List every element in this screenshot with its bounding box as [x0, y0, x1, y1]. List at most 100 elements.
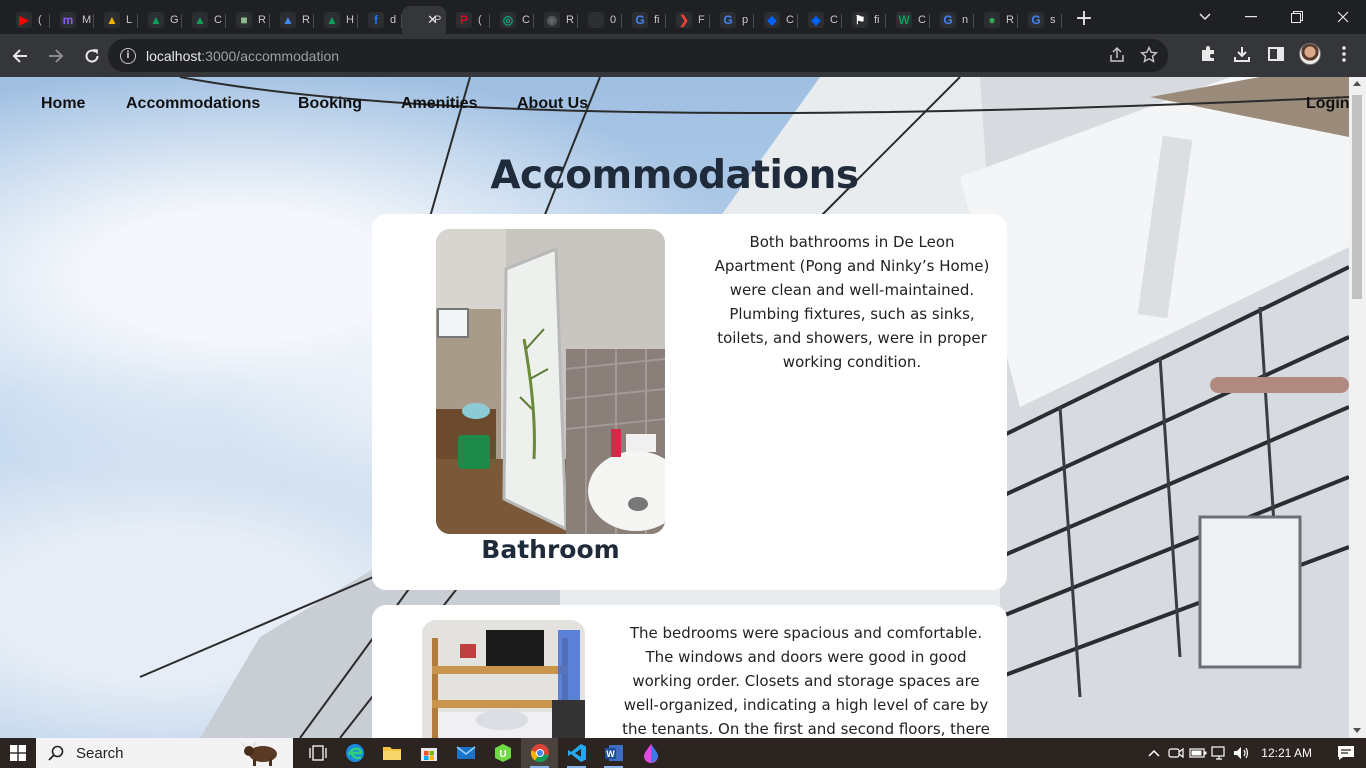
nav-home-link[interactable]: Home: [41, 95, 85, 113]
bathroom-photo: [436, 229, 665, 534]
reload-button[interactable]: [76, 40, 108, 72]
browser-tab[interactable]: ◎ C: [490, 6, 534, 34]
profile-avatar[interactable]: [1296, 40, 1324, 68]
taskbar-clock[interactable]: 12:21 AM: [1261, 746, 1312, 760]
browser-tab[interactable]: ▲ R: [270, 6, 314, 34]
toolbar-actions: [1194, 40, 1358, 68]
tab-title: (: [38, 14, 42, 26]
nav-booking-link[interactable]: Booking: [298, 95, 362, 113]
browser-tab[interactable]: ▲ G: [138, 6, 182, 34]
browser-tab[interactable]: ⚑ fi: [842, 6, 886, 34]
new-tab-button[interactable]: +: [1070, 4, 1098, 32]
scroll-up-arrow-icon[interactable]: [1353, 81, 1361, 86]
minimize-button[interactable]: [1228, 0, 1274, 34]
tab-title: C: [786, 14, 794, 26]
page-title: Accommodations: [490, 153, 859, 198]
restore-button[interactable]: [1274, 0, 1320, 34]
nav-about-link[interactable]: About Us: [517, 95, 588, 113]
word-icon[interactable]: W: [595, 738, 632, 768]
task-view-icon[interactable]: [299, 738, 336, 768]
url-host: localhost: [146, 47, 202, 64]
page-scrollbar[interactable]: [1349, 77, 1366, 738]
scrollbar-thumb[interactable]: [1352, 95, 1362, 299]
upwork-icon[interactable]: U: [484, 738, 521, 768]
reload-icon: [85, 48, 99, 63]
extensions-puzzle-icon[interactable]: [1194, 40, 1222, 68]
tab-favicon-icon: ●: [984, 12, 1000, 28]
nav-accommodations-link[interactable]: Accommodations: [126, 95, 260, 113]
notifications-icon[interactable]: [1326, 738, 1366, 768]
mail-icon[interactable]: [447, 738, 484, 768]
browser-tab[interactable]: WC: [886, 6, 930, 34]
nav-login-link[interactable]: Login: [1306, 95, 1349, 113]
browser-tab[interactable]: Gp: [710, 6, 754, 34]
tab-title: R: [566, 14, 574, 26]
browser-tab[interactable]: ◆ C: [798, 6, 842, 34]
scroll-down-arrow-icon[interactable]: [1353, 728, 1361, 733]
browser-tab[interactable]: ▲ H: [314, 6, 358, 34]
site-info-icon[interactable]: i: [120, 47, 136, 64]
tab-title: R: [258, 14, 266, 26]
page-viewport: Home Accommodations Booking Amenities Ab…: [0, 77, 1349, 738]
tab-favicon-icon: ■: [236, 12, 252, 28]
browser-tab[interactable]: Gs: [1018, 6, 1062, 34]
show-hidden-icons-chevron-icon[interactable]: [1143, 738, 1165, 768]
side-panel-icon[interactable]: [1262, 40, 1290, 68]
meet-now-icon[interactable]: [1165, 738, 1187, 768]
windows-taskbar: Search U W 12:21 AM: [0, 738, 1366, 768]
bookmark-star-icon[interactable]: [1140, 46, 1158, 64]
tab-favicon-icon: P: [456, 12, 472, 28]
browser-tab[interactable]: P(: [446, 6, 490, 34]
browser-tab[interactable]: Gfi: [622, 6, 666, 34]
browser-tab[interactable]: fd: [358, 6, 402, 34]
tab-favicon-icon: ▲: [192, 12, 208, 28]
chrome-icon[interactable]: [521, 738, 558, 768]
tab-favicon-icon: [412, 12, 428, 28]
browser-tab[interactable]: mM: [50, 6, 94, 34]
tab-favicon-icon: G: [940, 12, 956, 28]
tab-list: ▶(m M ▲ L ▲ G ▲ C ■ R ▲ R ▲ Hf d P ✕ P(◎ C ◉ R ○ 0 Gfi ❯ F Gp ◆ C ◆ C ⚑…: [0, 0, 1062, 34]
volume-icon[interactable]: [1231, 738, 1253, 768]
browser-tab-strip: ▶(m M ▲ L ▲ G ▲ C ■ R ▲ R ▲ Hf d P ✕ P(◎ C ◉ R ○ 0 Gfi ❯ F Gp ◆ C ◆ C ⚑…: [0, 0, 1366, 34]
start-button[interactable]: [0, 738, 36, 768]
close-window-button[interactable]: [1320, 0, 1366, 34]
edge-icon[interactable]: [336, 738, 373, 768]
browser-tab[interactable]: ❯ F: [666, 6, 710, 34]
address-bar[interactable]: i localhost:3000/accommodation: [108, 39, 1168, 72]
tab-favicon-icon: ◆: [808, 12, 824, 28]
battery-icon[interactable]: [1187, 738, 1209, 768]
paint-drop-icon[interactable]: [632, 738, 669, 768]
tab-search-chevron-icon[interactable]: [1182, 0, 1228, 34]
back-button[interactable]: [4, 40, 36, 72]
search-label: Search: [76, 744, 124, 762]
browser-tab[interactable]: ▶(: [6, 6, 50, 34]
browser-tab[interactable]: ○ 0: [578, 6, 622, 34]
microsoft-store-icon[interactable]: [410, 738, 447, 768]
tab-title: R: [302, 14, 310, 26]
browser-tab[interactable]: Gn: [930, 6, 974, 34]
chrome-menu-icon[interactable]: [1330, 40, 1358, 68]
url-text[interactable]: localhost:3000/accommodation: [146, 48, 339, 64]
browser-tab[interactable]: ■ R: [226, 6, 270, 34]
browser-tab[interactable]: ▲ C: [182, 6, 226, 34]
nav-amenities-link[interactable]: Amenities: [401, 95, 477, 113]
taskbar-search-box[interactable]: Search: [36, 738, 293, 768]
tab-close-icon[interactable]: ✕: [427, 12, 438, 28]
network-icon[interactable]: [1209, 738, 1231, 768]
share-icon[interactable]: [1108, 46, 1126, 64]
file-explorer-icon[interactable]: [373, 738, 410, 768]
taskbar-apps: U W: [299, 738, 669, 768]
tab-favicon-icon: ◆: [764, 12, 780, 28]
tab-title: H: [346, 14, 354, 26]
browser-tab[interactable]: ● R: [974, 6, 1018, 34]
forward-button[interactable]: [40, 40, 72, 72]
tab-title: C: [214, 14, 222, 26]
card-title: Bathroom: [481, 535, 620, 564]
browser-tab[interactable]: ◆ C: [754, 6, 798, 34]
browser-tab[interactable]: ▲ L: [94, 6, 138, 34]
tab-title: L: [126, 14, 133, 26]
download-icon[interactable]: [1228, 40, 1256, 68]
browser-tab[interactable]: P ✕: [402, 6, 446, 34]
vscode-icon[interactable]: [558, 738, 595, 768]
browser-tab[interactable]: ◉ R: [534, 6, 578, 34]
